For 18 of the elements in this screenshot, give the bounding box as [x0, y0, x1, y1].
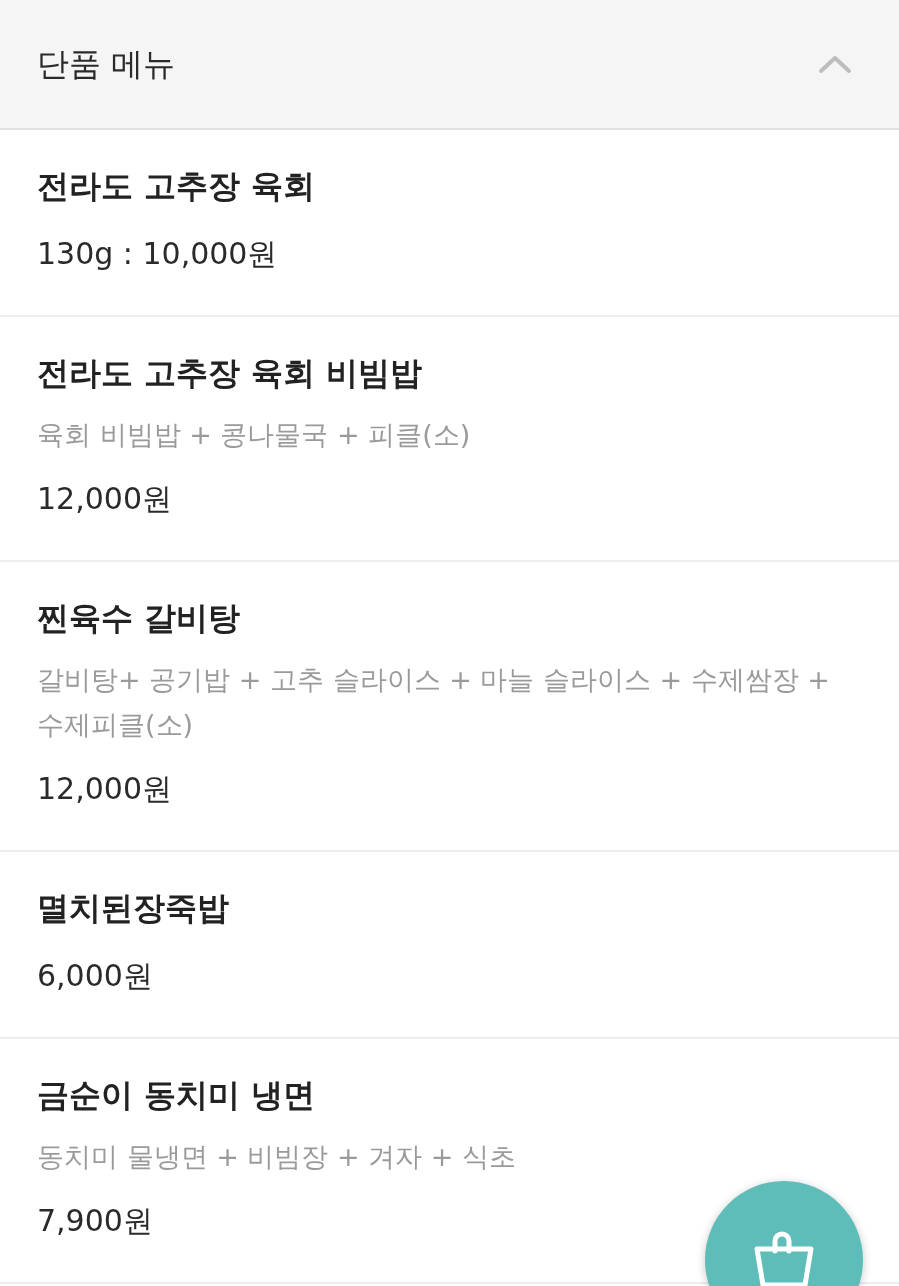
- menu-item[interactable]: 멸치된장죽밥 6,000원: [0, 852, 899, 1039]
- menu-item-price: 130g : 10,000원: [37, 235, 279, 273]
- menu-item-name: 찐육수 갈비탕: [37, 598, 242, 639]
- menu-item[interactable]: 전라도 고추장 육회 비빔밥 육회 비빔밥 + 콩나물국 + 피클(소) 12,000원: [0, 317, 899, 562]
- menu-item-price: 12,000원: [37, 770, 173, 808]
- menu-item-description: 육회 비빔밥 + 콩나물국 + 피클(소): [37, 418, 472, 452]
- menu-item-description: 갈비탕+ 공기밥 + 고추 슬라이스 + 마늘 슬라이스 + 수제쌈장 + 수제피클(소): [37, 663, 831, 742]
- menu-item-price: 7,900원: [37, 1202, 154, 1240]
- menu-item-name: 전라도 고추장 육회: [37, 166, 317, 207]
- section-title: 단품 메뉴: [37, 44, 176, 85]
- menu-item-price: 6,000원: [37, 957, 154, 995]
- menu-item-name: 멸치된장죽밥: [37, 888, 230, 929]
- menu-item[interactable]: 전라도 고추장 육회 130g : 10,000원: [0, 130, 899, 317]
- menu-item-name: 금순이 동치미 냉면: [37, 1075, 317, 1116]
- menu-item-name: 전라도 고추장 육회 비빔밥: [37, 353, 424, 394]
- menu-item[interactable]: 찐육수 갈비탕 갈비탕+ 공기밥 + 고추 슬라이스 + 마늘 슬라이스 + 수제쌈장 + 수제피클(소) 12,000원: [0, 562, 899, 852]
- menu-item-description: 동치미 물냉면 + 비빔장 + 겨자 + 식초: [37, 1140, 517, 1174]
- menu-item-price: 12,000원: [37, 480, 173, 518]
